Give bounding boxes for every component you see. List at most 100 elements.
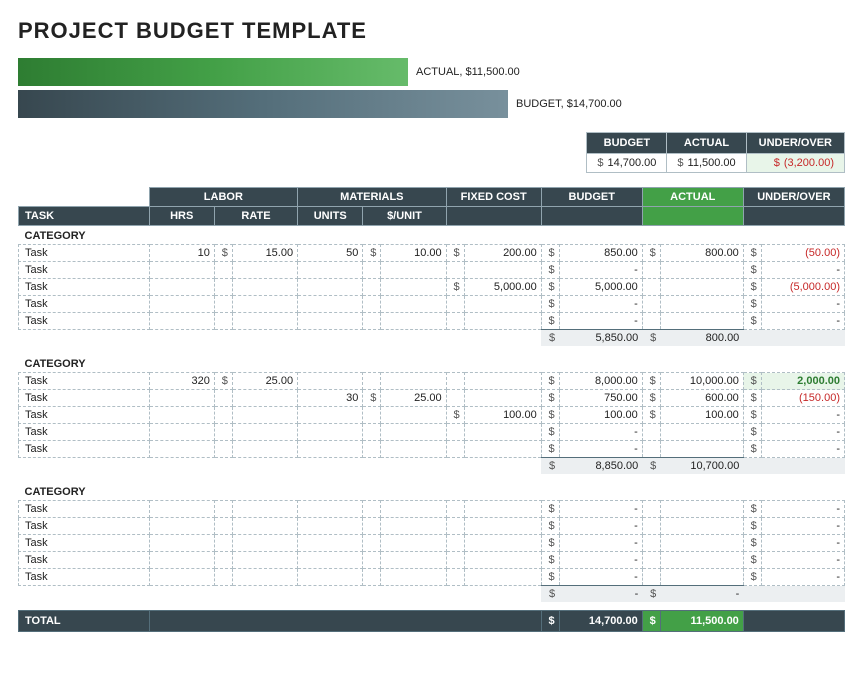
table-row: Task 10 $ 15.00 50 $ 10.00 $ 200.00 $ 85… (19, 245, 845, 262)
hrs-val (149, 501, 214, 518)
table-row: Task $ - $ - (19, 535, 845, 552)
table-row: Task 30 $ 25.00 $ 750.00 $ 600.00 $ (150… (19, 390, 845, 407)
act-val: 100.00 (660, 407, 743, 424)
category-row-2: CATEGORY (19, 482, 845, 501)
rate-dollar (214, 518, 232, 535)
fc-dollar (446, 569, 464, 586)
bud-val: - (559, 535, 642, 552)
task-name: Task (19, 296, 150, 313)
units-val (298, 569, 363, 586)
act-dollar (642, 296, 660, 313)
chart-area: ACTUAL, $11,500.00 BUDGET, $14,700.00 (18, 58, 845, 118)
sub-header-fc (446, 207, 541, 226)
fc-val (464, 390, 541, 407)
unit-dollar (363, 552, 381, 569)
uo-val: - (761, 535, 844, 552)
fc-dollar (446, 424, 464, 441)
unit-val (381, 424, 446, 441)
units-val (298, 501, 363, 518)
summary-uo-num: (3,200.00) (784, 157, 834, 169)
fc-val (464, 501, 541, 518)
bud-val: - (559, 262, 642, 279)
rate-val (232, 313, 297, 330)
table-row: Task $ - $ - (19, 296, 845, 313)
subtotal-act-val: 800.00 (660, 330, 743, 347)
hrs-val: 10 (149, 245, 214, 262)
uo-dollar: $ (743, 245, 761, 262)
unit-val (381, 296, 446, 313)
unit-val (381, 501, 446, 518)
uo-dollar: $ (743, 296, 761, 313)
category-row-1: CATEGORY (19, 354, 845, 373)
category-label-0: CATEGORY (19, 226, 845, 245)
units-val (298, 441, 363, 458)
hrs-val: 320 (149, 373, 214, 390)
bud-val: 100.00 (559, 407, 642, 424)
fc-val (464, 296, 541, 313)
uo-dollar: $ (743, 569, 761, 586)
subtotal-row-0: $ 5,850.00 $ 800.00 (19, 330, 845, 347)
subtotal-act-dollar: $ (642, 458, 660, 475)
uo-dollar: $ (743, 518, 761, 535)
table-row: Task $ - $ - (19, 441, 845, 458)
sub-header-bud (541, 207, 642, 226)
task-name: Task (19, 424, 150, 441)
act-dollar: $ (642, 373, 660, 390)
act-dollar (642, 518, 660, 535)
act-dollar (642, 262, 660, 279)
units-val: 30 (298, 390, 363, 407)
hrs-val (149, 424, 214, 441)
uo-val: - (761, 424, 844, 441)
fc-dollar (446, 262, 464, 279)
act-dollar (642, 441, 660, 458)
rate-dollar (214, 407, 232, 424)
header-labor: LABOR (149, 188, 298, 207)
unit-dollar (363, 373, 381, 390)
total-act-val: 11,500.00 (660, 610, 743, 631)
summary-header-actual: ACTUAL (667, 133, 746, 154)
bud-dollar: $ (541, 407, 559, 424)
unit-val: 10.00 (381, 245, 446, 262)
bud-dollar: $ (541, 441, 559, 458)
units-val (298, 262, 363, 279)
bud-val: - (559, 313, 642, 330)
sub-header-uo (743, 207, 844, 226)
units-val: 50 (298, 245, 363, 262)
fc-dollar: $ (446, 279, 464, 296)
unit-val (381, 407, 446, 424)
subtotal-bud-val: 8,850.00 (559, 458, 642, 475)
act-dollar (642, 535, 660, 552)
bud-dollar: $ (541, 424, 559, 441)
unit-dollar (363, 313, 381, 330)
act-dollar: $ (642, 245, 660, 262)
page-title: PROJECT BUDGET TEMPLATE (18, 18, 845, 44)
uo-dollar: $ (743, 373, 761, 390)
category-label-2: CATEGORY (19, 482, 845, 501)
task-name: Task (19, 279, 150, 296)
summary-header-budget: BUDGET (587, 133, 667, 154)
rate-val (232, 501, 297, 518)
units-val (298, 279, 363, 296)
units-val (298, 424, 363, 441)
rate-val (232, 552, 297, 569)
bud-dollar: $ (541, 390, 559, 407)
rate-dollar: $ (214, 373, 232, 390)
task-name: Task (19, 262, 150, 279)
rate-val (232, 262, 297, 279)
subtotal-act-dollar: $ (642, 330, 660, 347)
unit-val (381, 373, 446, 390)
act-dollar: $ (642, 407, 660, 424)
bud-dollar: $ (541, 279, 559, 296)
act-dollar (642, 313, 660, 330)
hrs-val (149, 441, 214, 458)
summary-table: BUDGET ACTUAL UNDER/OVER $14,700.00 $11,… (586, 132, 845, 173)
summary-section: BUDGET ACTUAL UNDER/OVER $14,700.00 $11,… (18, 132, 845, 173)
hrs-val (149, 390, 214, 407)
subtotal-bud-dollar: $ (541, 586, 559, 603)
fc-val (464, 262, 541, 279)
subtotal-bud-dollar: $ (541, 458, 559, 475)
unit-val (381, 518, 446, 535)
rate-val (232, 279, 297, 296)
rate-dollar (214, 262, 232, 279)
unit-val (381, 441, 446, 458)
